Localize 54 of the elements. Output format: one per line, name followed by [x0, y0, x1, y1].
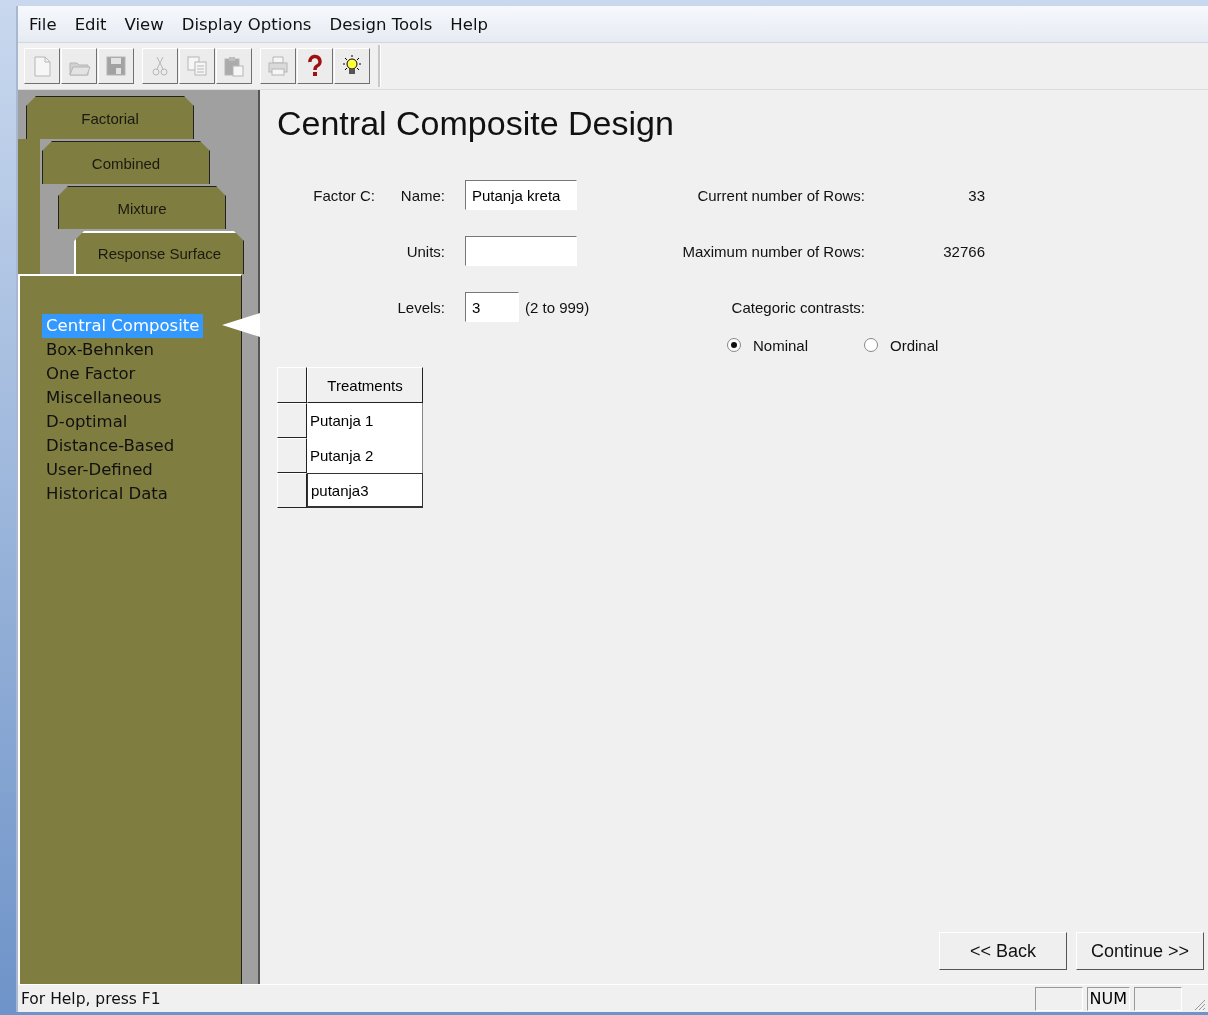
- toolbar-button[interactable]: [297, 48, 333, 84]
- menu-item[interactable]: Design Tools: [322, 12, 444, 36]
- radio-label[interactable]: Nominal: [753, 336, 809, 354]
- design-tab[interactable]: Combined: [42, 141, 210, 184]
- continue-button[interactable]: Continue >>: [1076, 932, 1204, 970]
- radio-button[interactable]: [727, 338, 741, 352]
- copy-icon: [185, 54, 209, 78]
- design-tab[interactable]: Mixture: [58, 186, 226, 229]
- design-type-item[interactable]: User-Defined: [42, 458, 157, 482]
- units-field[interactable]: [465, 236, 577, 266]
- printer-icon: [266, 54, 290, 78]
- field-label: Name:: [399, 186, 445, 204]
- field-label: Units:: [405, 242, 445, 260]
- design-type-item[interactable]: Miscellaneous: [42, 386, 166, 410]
- info-value: 32766: [942, 242, 985, 260]
- info-label: Categoric contrasts:: [730, 298, 865, 316]
- menu-item[interactable]: View: [117, 12, 175, 36]
- design-type-item[interactable]: D-optimal: [42, 410, 132, 434]
- design-type-item[interactable]: Distance-Based: [42, 434, 179, 458]
- design-type-item[interactable]: One Factor: [42, 362, 140, 386]
- info-value: 33: [967, 186, 985, 204]
- row-header[interactable]: [277, 438, 307, 473]
- table-cell[interactable]: Putanja 1: [307, 403, 423, 438]
- toolbar-button[interactable]: [334, 48, 370, 84]
- menu-item[interactable]: File: [22, 12, 68, 36]
- row-header[interactable]: [277, 367, 307, 403]
- column-header[interactable]: Treatments: [307, 367, 423, 403]
- radio-button[interactable]: [864, 338, 879, 352]
- table-cell[interactable]: Putanja 2: [307, 438, 423, 473]
- indicator-panel: [1034, 986, 1083, 1011]
- page-title: Central Composite Design: [277, 104, 675, 143]
- indicator-panel: NUM: [1086, 986, 1130, 1011]
- menu-item[interactable]: Display Options: [174, 12, 323, 36]
- design-tab[interactable]: Response Surface: [74, 231, 244, 274]
- design-type-item[interactable]: Historical Data: [42, 482, 172, 506]
- info-label: Current number of Rows:: [696, 186, 865, 204]
- levels-field[interactable]: 3: [465, 292, 519, 322]
- factor-label: Factor C:: [312, 186, 375, 204]
- name-field[interactable]: Putanja kreta: [465, 180, 577, 210]
- design-type-item[interactable]: Box-Behnken: [42, 338, 158, 362]
- indicator-panel: [1134, 986, 1182, 1011]
- menu-item[interactable]: Help: [443, 12, 499, 36]
- info-label: Maximum number of Rows:: [681, 242, 865, 260]
- menu-item[interactable]: Edit: [67, 12, 118, 36]
- back-button[interactable]: << Back: [939, 932, 1067, 970]
- status-text: For Help, press F1: [21, 989, 161, 1008]
- row-header[interactable]: [277, 473, 307, 508]
- range-hint: (2 to 999): [525, 298, 590, 316]
- row-header[interactable]: [277, 403, 307, 438]
- field-label: Levels:: [396, 298, 445, 316]
- design-tab[interactable]: Factorial: [26, 96, 194, 139]
- radio-label[interactable]: Ordinal: [890, 336, 939, 354]
- table-cell[interactable]: putanja3: [307, 473, 423, 508]
- clipboard-icon: [222, 54, 246, 78]
